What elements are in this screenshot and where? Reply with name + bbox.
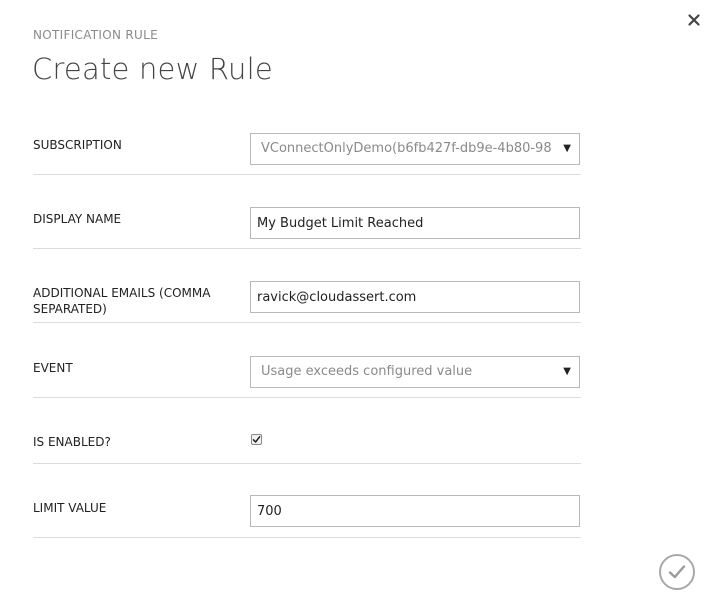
limit-value-label: LIMIT VALUE bbox=[33, 501, 107, 515]
confirm-button[interactable] bbox=[659, 554, 695, 590]
close-icon bbox=[688, 14, 700, 26]
is-enabled-label: IS ENABLED? bbox=[33, 435, 111, 449]
additional-emails-label: ADDITIONAL EMAILS (COMMA SEPARATED) bbox=[33, 286, 211, 316]
divider bbox=[33, 322, 581, 323]
limit-value-field-wrap bbox=[250, 495, 580, 527]
panel-subtitle: NOTIFICATION RULE bbox=[33, 28, 158, 42]
close-button[interactable] bbox=[684, 10, 704, 30]
additional-emails-field-wrap bbox=[250, 281, 580, 313]
checkmark-icon bbox=[668, 565, 686, 579]
event-label: EVENT bbox=[33, 361, 73, 375]
subscription-select[interactable]: VConnectOnlyDemo(b6fb427f-db9e-4b80-98f … bbox=[250, 133, 580, 165]
limit-value-input[interactable] bbox=[251, 496, 579, 526]
event-selected-value: Usage exceeds configured value bbox=[261, 364, 473, 379]
subscription-label: SUBSCRIPTION bbox=[33, 138, 122, 152]
additional-emails-input[interactable] bbox=[251, 282, 579, 312]
divider bbox=[33, 248, 581, 249]
divider bbox=[33, 537, 581, 538]
triangle-down-icon: ▼ bbox=[563, 366, 571, 377]
divider bbox=[33, 397, 581, 398]
display-name-field-wrap bbox=[250, 207, 580, 239]
is-enabled-checkbox[interactable] bbox=[251, 434, 262, 445]
page-title: Create new Rule bbox=[32, 52, 273, 86]
display-name-input[interactable] bbox=[251, 208, 579, 238]
subscription-selected-value: VConnectOnlyDemo(b6fb427f-db9e-4b80-98f bbox=[261, 141, 551, 156]
triangle-down-icon: ▼ bbox=[563, 143, 571, 154]
checkmark-icon bbox=[252, 436, 261, 443]
event-select[interactable]: Usage exceeds configured value ▼ bbox=[250, 356, 580, 388]
divider bbox=[33, 174, 581, 175]
divider bbox=[33, 463, 581, 464]
display-name-label: DISPLAY NAME bbox=[33, 212, 122, 226]
